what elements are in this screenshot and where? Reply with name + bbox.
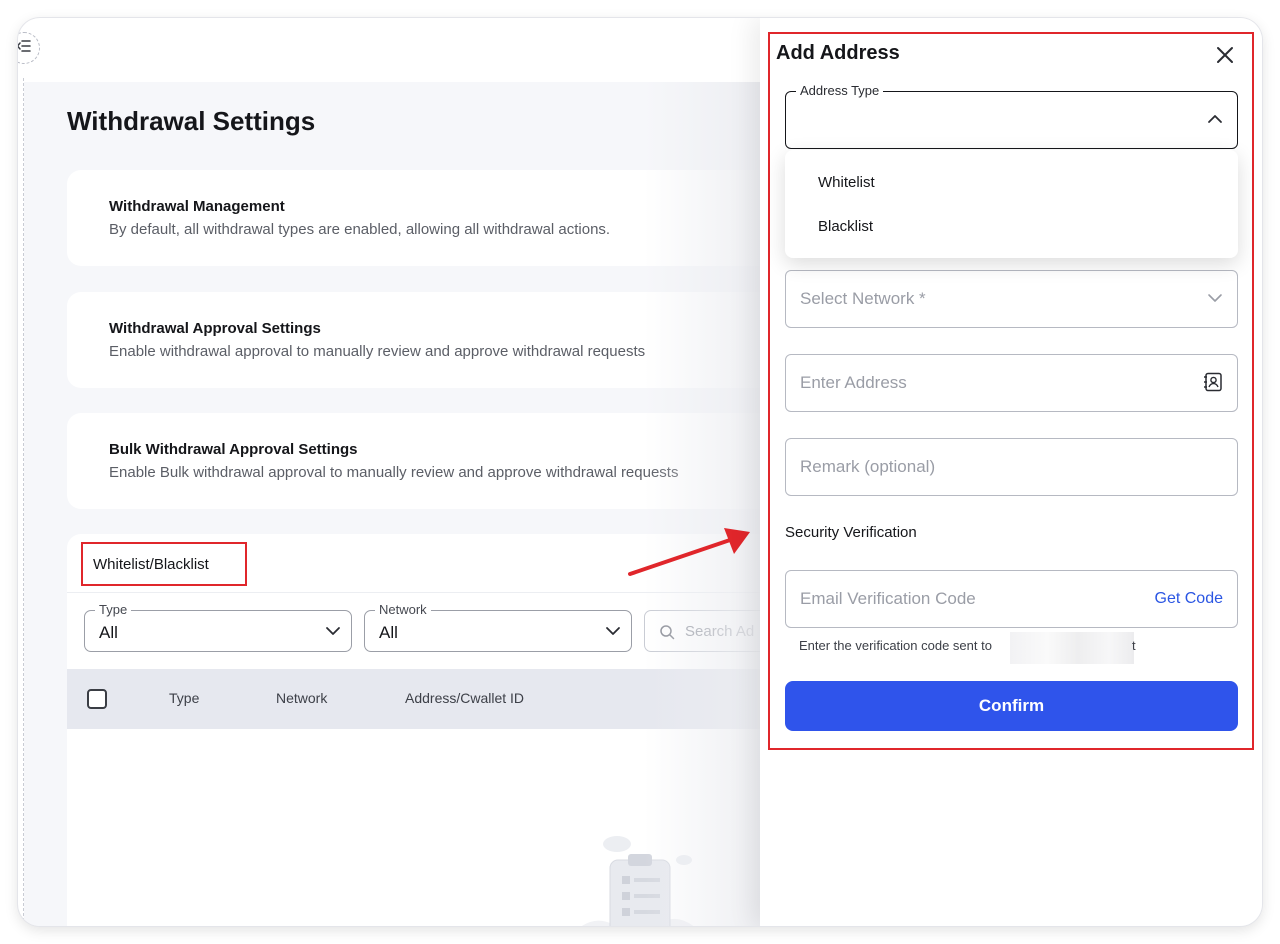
empty-clipboard-icon [572,824,702,926]
list-heading-label: Whitelist/Blacklist [93,555,209,573]
dropdown-item-blacklist[interactable]: Blacklist [818,218,873,235]
sidebar-toggle-button[interactable] [18,32,40,64]
verification-hint: Enter the verification code sent to [799,638,992,653]
card-title: Withdrawal Approval Settings [109,320,321,337]
column-header-network: Network [276,690,328,706]
address-type-select[interactable]: Address Type [785,83,1238,149]
type-filter-value: All [99,623,118,642]
chevron-down-icon [1207,290,1223,311]
address-input[interactable]: Enter Address [785,354,1238,412]
drawer-title: Add Address [776,42,900,64]
confirm-label: Confirm [978,696,1045,715]
chevron-down-icon [325,623,341,644]
network-filter-label: Network [375,602,431,617]
network-filter-value: All [379,623,398,642]
dropdown-item-whitelist[interactable]: Whitelist [818,174,875,191]
close-icon [1216,46,1234,69]
card-title: Bulk Withdrawal Approval Settings [109,441,358,458]
search-placeholder: Search Ad [685,623,755,640]
get-code-button[interactable]: Get Code [1155,590,1223,608]
close-button[interactable] [1212,44,1238,70]
type-filter-select[interactable]: Type All [84,602,352,652]
arrow-icon [626,522,756,583]
select-all-checkbox[interactable] [87,689,107,709]
bulk-withdrawal-approval-card: Bulk Withdrawal Approval Settings Enable… [67,413,807,509]
chevron-down-icon [605,623,621,644]
verification-hint-tail: t [1132,638,1136,653]
add-address-drawer: Add Address Address Type Select Network … [760,18,1262,926]
redacted-email [1010,632,1134,664]
remark-placeholder: Remark (optional) [800,457,936,476]
address-placeholder: Enter Address [800,373,907,392]
whitelist-blacklist-card: Whitelist/Blacklist Type All Network All [67,534,807,926]
table-header: Type Network Address/Cwallet ID [67,669,807,729]
remark-input[interactable]: Remark (optional) [785,438,1238,496]
search-icon [659,624,675,645]
divider [67,592,807,593]
chevron-up-icon [1207,111,1223,132]
contact-book-icon[interactable] [1203,372,1223,397]
address-type-label: Address Type [796,83,884,98]
confirm-button[interactable]: Confirm [785,681,1238,731]
network-select[interactable]: Select Network * [785,270,1238,328]
card-description: By default, all withdrawal types are ena… [109,221,611,238]
list-heading[interactable]: Whitelist/Blacklist [81,542,247,586]
email-code-input[interactable]: Email Verification Code Get Code [785,570,1238,628]
withdrawal-management-card: Withdrawal Management By default, all wi… [67,170,807,266]
card-description: Enable withdrawal approval to manually r… [109,343,646,360]
withdrawal-approval-card: Withdrawal Approval Settings Enable with… [67,292,807,388]
app-window: Withdrawal Settings Withdrawal Managemen… [18,18,1262,926]
menu-collapse-icon [18,38,32,59]
network-placeholder: Select Network * [800,289,926,308]
card-title: Withdrawal Management [109,198,285,215]
column-header-type: Type [169,690,200,706]
card-description: Enable Bulk withdrawal approval to manua… [109,464,679,481]
type-filter-label: Type [95,602,132,617]
page-title: Withdrawal Settings [67,106,316,136]
address-type-dropdown: Whitelist Blacklist [785,150,1238,258]
security-verification-label: Security Verification [785,524,917,541]
column-header-address: Address/Cwallet ID [405,690,525,706]
email-code-placeholder: Email Verification Code [800,589,976,608]
network-filter-select[interactable]: Network All [364,602,632,652]
